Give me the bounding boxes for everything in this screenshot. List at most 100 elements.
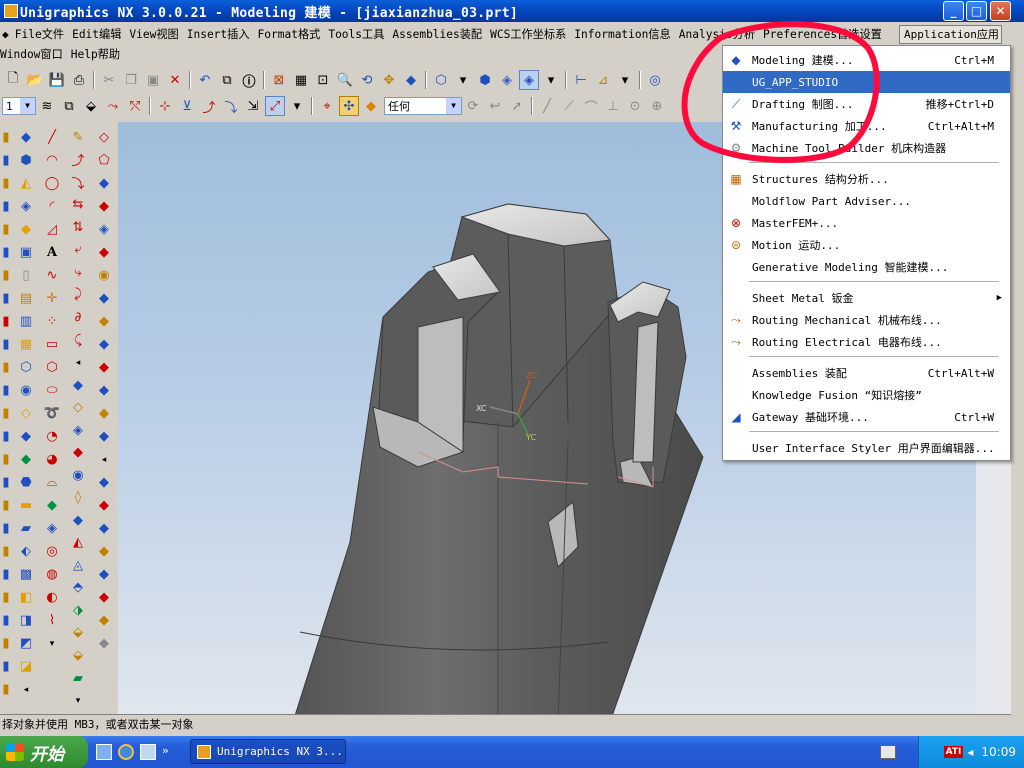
point-set-icon[interactable]: ⁘ (42, 311, 62, 332)
line-icon[interactable]: ╱ (42, 127, 62, 148)
palette-more-icon[interactable]: ◂ (68, 352, 88, 373)
menu-tools[interactable]: Tools工具 (324, 26, 388, 42)
menu-item-motion[interactable]: ⊜ Motion 运动... (723, 234, 1010, 256)
replace-icon[interactable]: ⤶ (68, 240, 88, 261)
menu-item-ui-styler[interactable]: User Interface Styler 用户界面编辑器... (723, 437, 1010, 459)
new-file-icon[interactable]: 🗋 (3, 70, 23, 90)
form-icon[interactable]: ◇ (94, 127, 114, 148)
split-body-icon[interactable]: ▰ (16, 518, 36, 539)
measure-icon[interactable]: ⊢ (571, 70, 591, 90)
thread-icon[interactable]: ◉ (16, 380, 36, 401)
reflection-icon[interactable]: ◆ (94, 633, 114, 654)
transition-icon[interactable]: ⬗ (68, 600, 88, 621)
minimize-button[interactable]: _ (943, 1, 964, 21)
chamfer-icon[interactable]: ◆ (16, 449, 36, 470)
spline-icon[interactable]: ∿ (42, 265, 62, 286)
text-icon[interactable]: A (42, 242, 62, 263)
wrap-curve-icon[interactable]: ◍ (42, 564, 62, 585)
reverse-normal-icon[interactable]: ◆ (94, 334, 114, 355)
palette-more-icon[interactable]: ◂ (94, 449, 114, 470)
palette-icon[interactable]: ▮ (0, 127, 12, 148)
menu-view[interactable]: View视图 (125, 26, 182, 42)
extrude-icon[interactable]: ◭ (16, 173, 36, 194)
palette-icon[interactable]: ▮ (0, 311, 12, 332)
menu-item-routing-electrical[interactable]: ⤳ Routing Electrical 电器布线... (723, 331, 1010, 353)
analysis-icon[interactable]: ⊿ (593, 70, 613, 90)
information-icon[interactable]: ⓘ (239, 70, 259, 90)
menu-item-manufacturing[interactable]: ⚒ Manufacturing 加工... Ctrl+Alt+M (723, 115, 1010, 137)
palette-icon[interactable]: ▮ (0, 656, 12, 677)
palette-icon[interactable]: ▮ (0, 495, 12, 516)
draft-analysis-icon[interactable]: ◆ (94, 587, 114, 608)
snap-quadrant-icon[interactable]: ⊕ (647, 96, 667, 116)
chamfer-curve-icon[interactable]: ◿ (42, 219, 62, 240)
menu-insert[interactable]: Insert插入 (183, 26, 254, 42)
palette-icon[interactable]: ▮ (0, 380, 12, 401)
palette-icon[interactable]: ▮ (0, 426, 12, 447)
palette-icon[interactable]: ▮ (0, 403, 12, 424)
stiffness-icon[interactable]: ◆ (94, 311, 114, 332)
change-edge-icon[interactable]: ◆ (94, 357, 114, 378)
shaded-edges-icon[interactable]: ◈ (519, 70, 539, 90)
boss-icon[interactable]: ▣ (16, 242, 36, 263)
menu-item-generative-modeling[interactable]: Generative Modeling 智能建模... (723, 256, 1010, 278)
circle-icon[interactable]: ◯ (42, 173, 62, 194)
taskbar-item-unigraphics[interactable]: Unigraphics NX 3... (190, 739, 346, 764)
wcs-active-icon[interactable]: ⤢ (265, 96, 285, 116)
zoom-in-icon[interactable]: 🔍 (335, 70, 355, 90)
menu-window[interactable]: Window窗口 (0, 46, 67, 62)
palette-icon[interactable]: ▮ (0, 564, 12, 585)
degree-icon[interactable]: ◆ (94, 288, 114, 309)
bridge-curve-icon[interactable]: ◕ (42, 449, 62, 470)
menu-wcs[interactable]: WCS工作坐标系 (486, 26, 570, 42)
ati-icon[interactable]: ATI (943, 746, 964, 758)
repeat-icon[interactable]: ⧉ (217, 70, 237, 90)
menu-item-assemblies[interactable]: Assemblies 装配 Ctrl+Alt+W (723, 362, 1010, 384)
palette-icon[interactable]: ▮ (0, 633, 12, 654)
palette-more-icon[interactable]: ◂ (16, 679, 36, 700)
scale-icon[interactable]: ◨ (16, 610, 36, 631)
menu-item-modeling[interactable]: ◆ Modeling 建模... Ctrl+M (723, 49, 1010, 71)
palette-icon[interactable]: ▮ (0, 288, 12, 309)
reorder-icon[interactable]: ⇅ (68, 217, 88, 238)
close-button[interactable]: ✕ (990, 1, 1011, 21)
render-style-icon[interactable]: ⬢ (475, 70, 495, 90)
wcs-dropdown-icon[interactable]: ▾ (287, 96, 307, 116)
palette-icon[interactable]: ▮ (0, 587, 12, 608)
studio-surface-icon[interactable]: ⬙ (68, 623, 88, 644)
menu-format[interactable]: Format格式 (254, 26, 325, 42)
palette-icon[interactable]: ▮ (0, 196, 12, 217)
taper-icon[interactable]: ◇ (16, 403, 36, 424)
mirror-body-icon[interactable]: ⬖ (16, 541, 36, 562)
view-orient-icon[interactable]: ⬡ (431, 70, 451, 90)
print-icon[interactable]: ⎙ (69, 70, 89, 90)
menu-information[interactable]: Information信息 (570, 26, 674, 42)
wcs-save-icon[interactable]: ⇲ (243, 96, 263, 116)
web-icon[interactable]: ◎ (645, 70, 665, 90)
layer-combo[interactable]: 1 ▼ (2, 97, 36, 115)
selection-filter-combo[interactable]: 任何 ▼ (384, 97, 462, 115)
move-feature-icon[interactable]: ⇆ (68, 195, 88, 216)
undo-icon[interactable]: ↶ (195, 70, 215, 90)
delete-icon[interactable]: ✕ (165, 70, 185, 90)
blend-icon[interactable]: ◆ (16, 426, 36, 447)
styled-blend-icon[interactable]: ⬙ (68, 645, 88, 666)
wcs-origin-icon[interactable]: ⤳ (103, 96, 123, 116)
palette-icon[interactable]: ▮ (0, 219, 12, 240)
wcs-axis-icon[interactable]: ⤴ (199, 96, 219, 116)
point-icon[interactable]: ✛ (42, 288, 62, 309)
unsuppress-icon[interactable]: ⤸ (68, 285, 88, 306)
palette-icon[interactable]: ▮ (0, 265, 12, 286)
extract-curve-icon[interactable]: ◎ (42, 541, 62, 562)
palette-more-icon[interactable]: ▾ (42, 633, 62, 654)
analysis-dropdown-icon[interactable]: ▾ (615, 70, 635, 90)
swept-icon[interactable]: ◉ (68, 465, 88, 486)
media-icon[interactable] (140, 744, 156, 760)
rib-icon[interactable]: ⬡ (16, 357, 36, 378)
snap-point-icon[interactable]: ⌖ (317, 96, 337, 116)
select-bodies-icon[interactable]: ◆ (361, 96, 381, 116)
palette-icon[interactable]: ▮ (0, 173, 12, 194)
view-dropdown-icon[interactable]: ▾ (453, 70, 473, 90)
helix-icon[interactable]: ➰ (42, 403, 62, 424)
palette-icon[interactable]: ▮ (0, 449, 12, 470)
